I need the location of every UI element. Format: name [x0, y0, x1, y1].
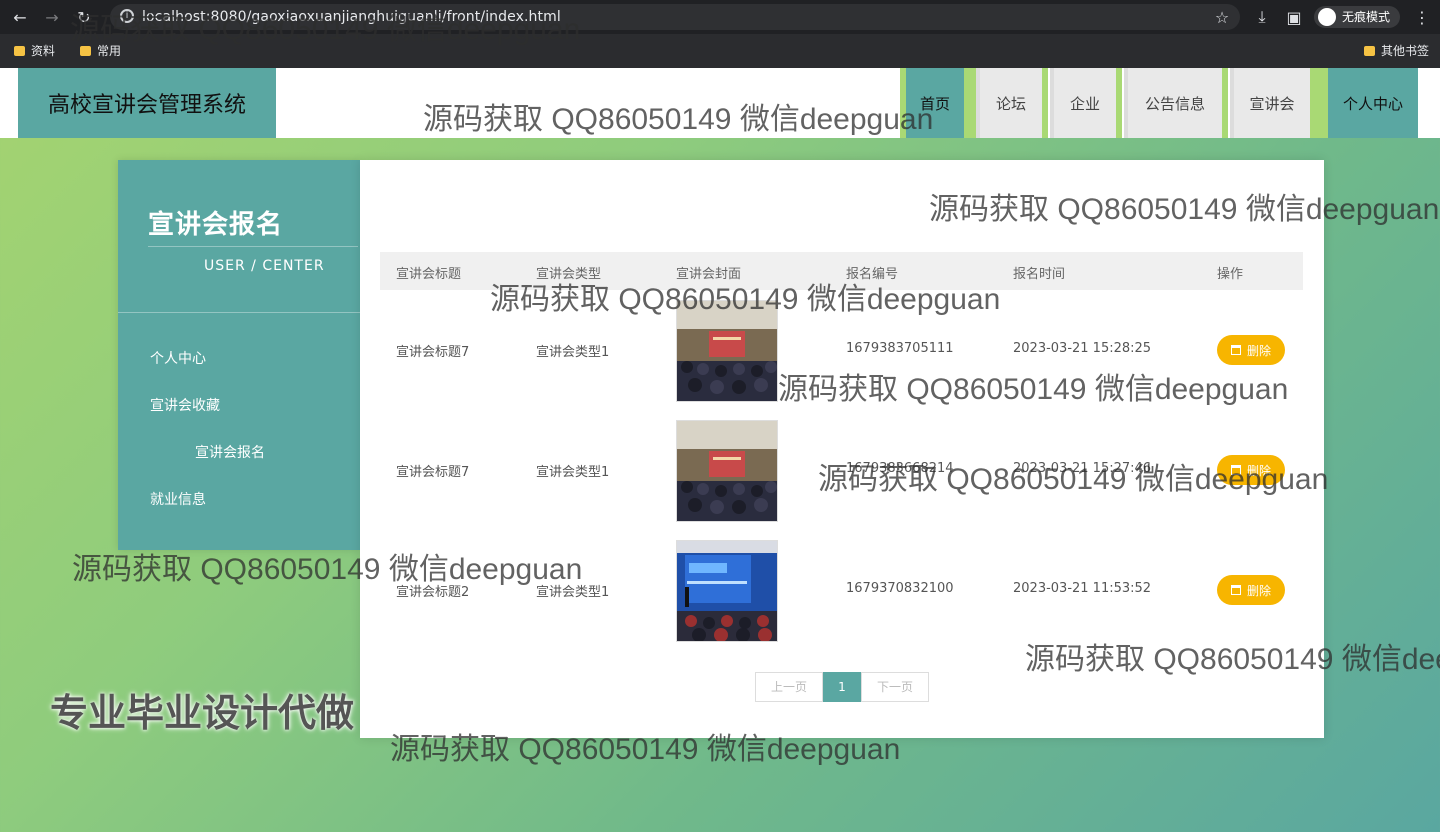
watermark-text: 源码获取 QQ86050149 微信deepguan: [72, 553, 583, 586]
sidebar-item-registration[interactable]: 宣讲会报名: [195, 442, 265, 462]
sidebar-item-user-center[interactable]: 个人中心: [150, 348, 206, 368]
watermark-text: 源码获取 QQ86050149 微信deepguan: [929, 193, 1440, 226]
watermark-text: 源码获取 QQ86050149 微信deepguan: [818, 463, 1329, 496]
cell-title: 宣讲会标题7: [396, 345, 470, 360]
divider: [118, 312, 360, 313]
watermark-text: 源码获取 QQ86050149 微信deepguan: [778, 373, 1289, 406]
sidebar: 宣讲会报名 USER / CENTER 个人中心 宣讲会收藏 宣讲会报名 就业信…: [118, 160, 360, 550]
site-brand[interactable]: 高校宣讲会管理系统: [18, 68, 276, 138]
star-icon[interactable]: ☆: [1212, 7, 1232, 27]
watermark-text: 源码获取 QQ86050149 微信deepguan: [390, 733, 901, 766]
delete-button[interactable]: 删除: [1217, 335, 1285, 365]
bookmark-label: 资料: [31, 44, 56, 58]
nav-announcements[interactable]: 公告信息: [1124, 68, 1222, 138]
next-page-button[interactable]: 下一页: [861, 672, 929, 702]
page-number-button[interactable]: 1: [823, 672, 861, 702]
seminar-cover-image[interactable]: [676, 420, 778, 522]
cell-title: 宣讲会标题7: [396, 465, 470, 480]
prev-page-button[interactable]: 上一页: [755, 672, 823, 702]
menu-icon[interactable]: ⋮: [1412, 7, 1432, 27]
sidebar-item-employment[interactable]: 就业信息: [150, 489, 206, 509]
watermark-text: 源码获取 QQ86050149 微信deepguan: [70, 13, 581, 46]
column-header: 宣讲会标题: [396, 267, 462, 282]
nav-user-center[interactable]: 个人中心: [1328, 68, 1418, 138]
nav-separator: [1042, 68, 1048, 138]
delete-label: 删除: [1246, 583, 1271, 598]
pagination: 上一页 1 下一页: [755, 672, 929, 702]
incognito-icon: [1318, 8, 1336, 26]
cell-type: 宣讲会类型1: [536, 465, 610, 480]
promo-watermark: 专业毕业设计代做: [50, 691, 355, 735]
column-header: 报名时间: [1013, 267, 1066, 282]
delete-button[interactable]: 删除: [1217, 575, 1285, 605]
watermark-text: 源码获取 QQ86050149 微信deepguan: [1025, 643, 1440, 676]
folder-icon: [1364, 45, 1375, 56]
delete-label: 删除: [1246, 343, 1271, 358]
sidebar-title: 宣讲会报名: [148, 210, 284, 240]
sidepanel-icon[interactable]: ▣: [1284, 7, 1304, 27]
folder-icon: [14, 45, 25, 56]
trash-icon: [1230, 345, 1241, 355]
cell-time: 2023-03-21 15:28:25: [1013, 341, 1152, 356]
nav-company[interactable]: 企业: [1050, 68, 1116, 138]
watermark-text: 源码获取 QQ86050149 微信deepguan: [490, 283, 1001, 316]
sidebar-subtitle: USER / CENTER: [204, 258, 325, 274]
nav-separator: [1310, 68, 1328, 138]
nav-separator: [1222, 68, 1228, 138]
nav-separator: [1116, 68, 1122, 138]
cell-number: 1679370832100: [846, 581, 954, 596]
cell-type: 宣讲会类型1: [536, 345, 610, 360]
bookmark-label: 其他书签: [1381, 44, 1430, 58]
column-header: 操作: [1217, 267, 1244, 282]
cell-time: 2023-03-21 11:53:52: [1013, 581, 1152, 596]
other-bookmarks[interactable]: 其他书签: [1364, 42, 1429, 59]
nav-separator: [964, 68, 976, 138]
bookmark-item[interactable]: 资料: [14, 42, 55, 59]
forward-arrow-icon[interactable]: →: [42, 7, 62, 27]
cell-number: 1679383705111: [846, 341, 954, 356]
divider: [148, 246, 358, 247]
incognito-badge[interactable]: 无痕模式: [1314, 6, 1401, 28]
nav-forum[interactable]: 论坛: [976, 68, 1042, 138]
trash-icon: [1230, 585, 1241, 595]
seminar-cover-image[interactable]: [676, 540, 778, 642]
sidebar-item-favorites[interactable]: 宣讲会收藏: [150, 395, 220, 415]
nav-seminars[interactable]: 宣讲会: [1230, 68, 1310, 138]
download-icon[interactable]: ⤓: [1252, 7, 1272, 27]
back-arrow-icon[interactable]: ←: [10, 7, 30, 27]
incognito-label: 无痕模式: [1342, 10, 1391, 24]
watermark-text: 源码获取 QQ86050149 微信deepguan: [423, 103, 934, 136]
